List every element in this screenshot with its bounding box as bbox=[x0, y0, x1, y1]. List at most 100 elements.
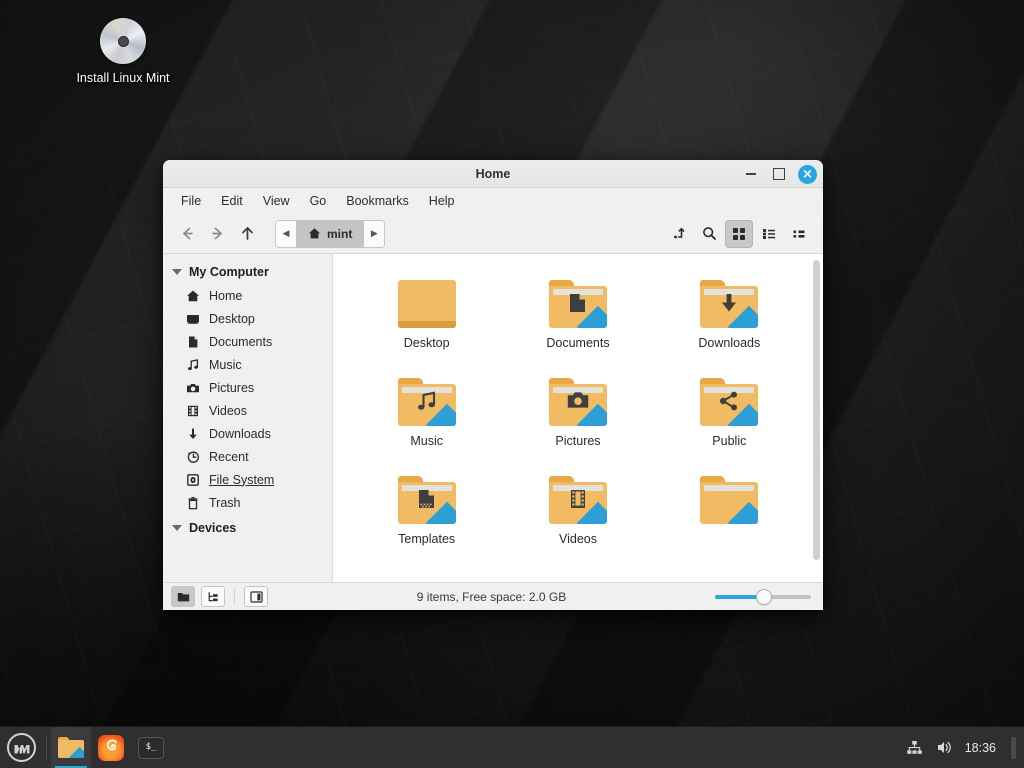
up-button[interactable] bbox=[233, 220, 261, 248]
folder-plain-icon bbox=[700, 476, 759, 524]
breadcrumb-mint[interactable]: mint bbox=[296, 220, 365, 247]
menu-go[interactable]: Go bbox=[302, 191, 335, 211]
window-titlebar[interactable]: Home × bbox=[163, 160, 823, 188]
sidebar-item-label: Music bbox=[209, 357, 242, 372]
folder-documents-icon bbox=[548, 280, 607, 328]
file-item-plain-folder[interactable] bbox=[654, 476, 805, 546]
folder-pictures-icon bbox=[548, 378, 607, 426]
camera-icon bbox=[185, 380, 200, 395]
taskbar-item-file-manager[interactable] bbox=[51, 726, 91, 768]
file-item-pictures[interactable]: Pictures bbox=[502, 378, 653, 448]
clock-history-icon bbox=[185, 449, 200, 464]
sidebar-item-music[interactable]: Music bbox=[163, 353, 332, 376]
vertical-scrollbar[interactable] bbox=[813, 260, 820, 560]
menu-bar: File Edit View Go Bookmarks Help bbox=[163, 188, 823, 214]
places-view-icon bbox=[177, 592, 189, 601]
sidebar-item-documents[interactable]: Documents bbox=[163, 330, 332, 353]
compact-view-icon bbox=[793, 230, 805, 238]
file-item-label: Pictures bbox=[555, 434, 601, 448]
file-item-documents[interactable]: Documents bbox=[502, 280, 653, 350]
view-compact-button[interactable] bbox=[785, 220, 813, 248]
sidebar-item-home[interactable]: Home bbox=[163, 284, 332, 307]
minimize-button[interactable] bbox=[742, 165, 760, 183]
path-scroll-left[interactable]: ◀ bbox=[276, 220, 296, 247]
desktop[interactable]: Install Linux Mint Home × File Edit View… bbox=[0, 0, 1024, 768]
sidebar-item-label: Documents bbox=[209, 334, 273, 349]
file-item-label: Public bbox=[712, 434, 747, 448]
toggle-sidebar-button[interactable] bbox=[244, 586, 268, 607]
menu-edit[interactable]: Edit bbox=[213, 191, 251, 211]
taskbar-item-firefox[interactable] bbox=[91, 727, 131, 768]
search-icon bbox=[702, 227, 716, 240]
sidebar-item-label: Pictures bbox=[209, 380, 255, 395]
view-list-button[interactable] bbox=[755, 220, 783, 248]
sidebar-item-videos[interactable]: Videos bbox=[163, 399, 332, 422]
sidebar-item-file-system[interactable]: File System bbox=[163, 468, 332, 491]
sidebar-item-desktop[interactable]: Desktop bbox=[163, 307, 332, 330]
sidebar-item-label: File System bbox=[209, 472, 275, 487]
path-entry-toggle-button[interactable] bbox=[665, 220, 693, 248]
back-arrow-icon bbox=[182, 227, 193, 240]
file-item-label: Downloads bbox=[698, 336, 761, 350]
sidebar-item-recent[interactable]: Recent bbox=[163, 445, 332, 468]
sidebar-item-label: Downloads bbox=[209, 426, 271, 441]
file-item-desktop[interactable]: Desktop bbox=[351, 280, 502, 350]
file-item-downloads[interactable]: Downloads bbox=[654, 280, 805, 350]
window-body: My Computer Home Desktop Documents Music… bbox=[163, 254, 823, 582]
status-divider bbox=[234, 588, 235, 605]
volume-icon[interactable] bbox=[935, 738, 954, 757]
sidebar-item-label: Trash bbox=[209, 495, 241, 510]
menu-file[interactable]: File bbox=[173, 191, 209, 211]
download-arrow-icon bbox=[185, 426, 200, 441]
grid-view-icon bbox=[733, 227, 745, 240]
back-button[interactable] bbox=[173, 220, 201, 248]
zoom-slider-handle[interactable] bbox=[757, 589, 772, 604]
file-item-public[interactable]: Public bbox=[654, 378, 805, 448]
sidebar-section-devices[interactable]: Devices bbox=[163, 516, 332, 540]
view-icons-button[interactable] bbox=[725, 219, 753, 248]
sidebar-section-my-computer[interactable]: My Computer bbox=[163, 260, 332, 284]
file-grid-area[interactable]: Desktop Documents Downloads Music Pictur… bbox=[333, 254, 823, 582]
menu-help[interactable]: Help bbox=[421, 191, 463, 211]
mint-menu-icon bbox=[6, 733, 36, 762]
start-menu-button[interactable] bbox=[0, 727, 42, 768]
tree-view-button[interactable] bbox=[201, 586, 225, 607]
search-button[interactable] bbox=[695, 220, 723, 248]
system-tray: 18:36 bbox=[905, 736, 1024, 759]
menu-view[interactable]: View bbox=[255, 191, 298, 211]
status-text: 9 items, Free space: 2.0 GB bbox=[416, 589, 567, 604]
home-icon bbox=[185, 288, 200, 303]
close-button[interactable]: × bbox=[798, 164, 817, 184]
path-scroll-right[interactable]: ▶ bbox=[364, 220, 385, 247]
folder-templates-icon bbox=[397, 476, 456, 524]
taskbar-grip[interactable] bbox=[1011, 736, 1016, 759]
file-item-music[interactable]: Music bbox=[351, 378, 502, 448]
sidebar-item-trash[interactable]: Trash bbox=[163, 491, 332, 514]
sidebar-item-label: Home bbox=[209, 288, 243, 303]
menu-bookmarks[interactable]: Bookmarks bbox=[338, 191, 417, 211]
file-item-label: Videos bbox=[558, 532, 597, 546]
home-icon bbox=[309, 228, 320, 239]
sidebar[interactable]: My Computer Home Desktop Documents Music… bbox=[163, 254, 333, 582]
desktop-icon-label: Install Linux Mint bbox=[76, 71, 170, 85]
file-item-templates[interactable]: Templates bbox=[351, 476, 502, 546]
file-item-videos[interactable]: Videos bbox=[502, 476, 653, 546]
file-item-label: Templates bbox=[398, 532, 456, 546]
sidebar-item-downloads[interactable]: Downloads bbox=[163, 422, 332, 445]
sidebar-item-pictures[interactable]: Pictures bbox=[163, 376, 332, 399]
maximize-button[interactable] bbox=[770, 165, 788, 183]
zoom-slider[interactable] bbox=[715, 589, 811, 605]
file-manager-window[interactable]: Home × File Edit View Go Bookmarks Help bbox=[163, 160, 823, 610]
places-view-button[interactable] bbox=[171, 586, 195, 607]
window-controls: × bbox=[742, 160, 817, 188]
up-arrow-icon bbox=[241, 227, 253, 240]
folder-videos-icon bbox=[548, 476, 607, 524]
path-bar[interactable]: ◀ mint ▶ bbox=[275, 219, 386, 248]
desktop-icon-install-linux-mint[interactable]: Install Linux Mint bbox=[66, 18, 180, 87]
window-title: Home bbox=[475, 166, 511, 181]
taskbar-item-terminal[interactable]: $_ bbox=[131, 727, 171, 768]
clock[interactable]: 18:36 bbox=[965, 741, 996, 755]
forward-button[interactable] bbox=[203, 220, 231, 248]
terminal-prompt-glyph: $_ bbox=[145, 742, 157, 752]
network-icon[interactable] bbox=[905, 738, 924, 757]
